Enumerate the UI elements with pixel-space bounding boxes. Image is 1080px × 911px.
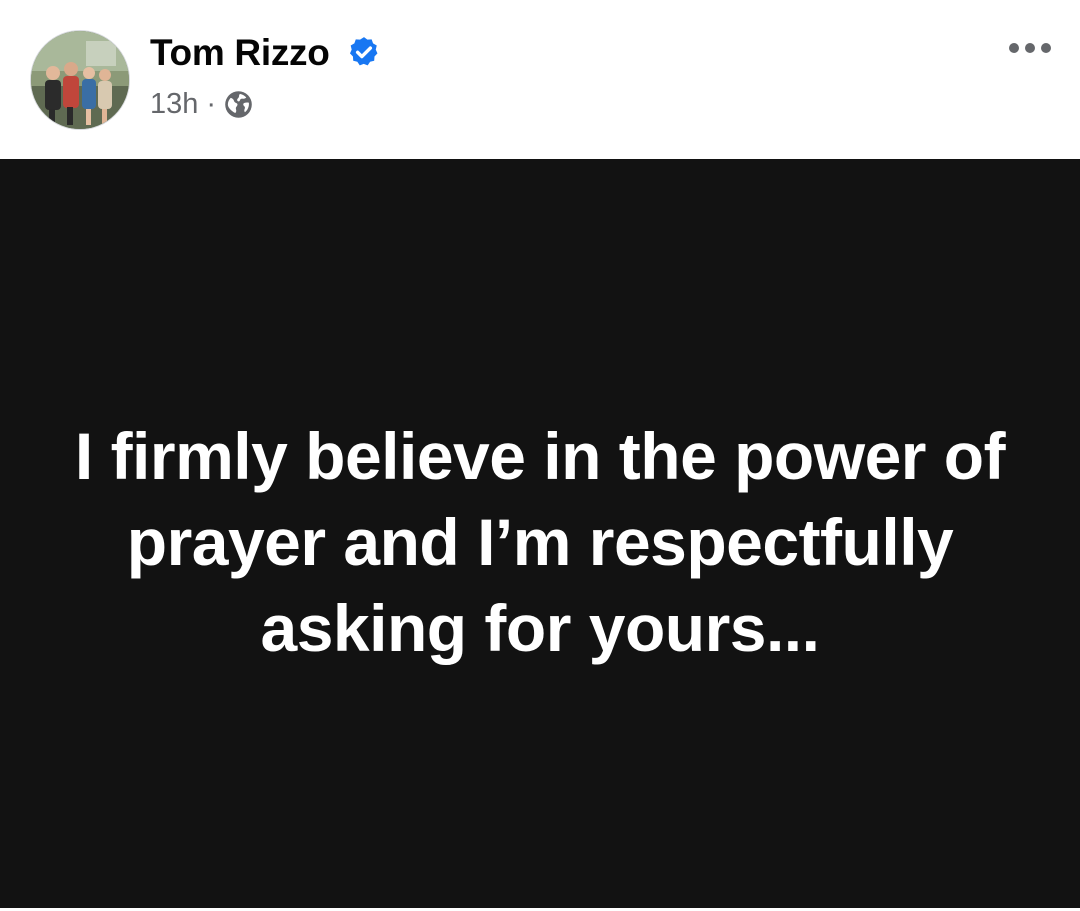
- more-dot: [1009, 43, 1019, 53]
- avatar-photo: [31, 31, 129, 129]
- post-text-card[interactable]: I firmly believe in the power of prayer …: [0, 159, 1080, 908]
- more-options-button[interactable]: [1000, 30, 1060, 66]
- post-meta: 13h ·: [150, 86, 253, 122]
- meta-separator: ·: [206, 88, 217, 120]
- post-timestamp[interactable]: 13h: [150, 86, 198, 122]
- globe-icon[interactable]: [224, 90, 253, 119]
- author-name[interactable]: Tom Rizzo: [150, 31, 330, 75]
- post-text: I firmly believe in the power of prayer …: [74, 418, 1006, 665]
- verified-badge-icon: [347, 35, 381, 69]
- more-dot: [1041, 43, 1051, 53]
- more-dot: [1025, 43, 1035, 53]
- avatar[interactable]: [30, 30, 130, 130]
- post-header: Tom Rizzo 13h ·: [0, 0, 1080, 159]
